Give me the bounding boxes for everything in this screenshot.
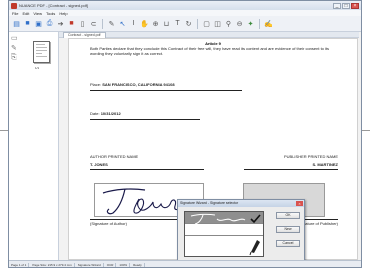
open-folder-icon[interactable]: ▤ [12, 19, 21, 28]
cancel-button[interactable]: Cancel [276, 240, 300, 247]
window-controls: _ □ × [333, 2, 359, 9]
edit-icon[interactable]: ✎ [107, 19, 116, 28]
toolbar-separator [102, 18, 103, 29]
signature-list-item[interactable] [185, 236, 263, 256]
zoom-out-icon[interactable]: ⊖ [235, 19, 244, 28]
single-page-icon[interactable]: ▢ [202, 19, 211, 28]
signature-icon[interactable]: ✍ [264, 19, 273, 28]
zoom-in-icon[interactable]: ⊕ [151, 19, 160, 28]
signature-list-item[interactable] [185, 224, 263, 236]
minimize-button[interactable]: _ [333, 2, 341, 9]
maximize-button[interactable]: □ [342, 2, 350, 9]
status-page: Page 1 of 1 [11, 263, 30, 267]
place-underline [90, 90, 242, 91]
menu-file[interactable]: File [12, 11, 18, 16]
status-ready: Ready [133, 263, 145, 267]
page-thumbnail[interactable] [33, 41, 50, 63]
background-line-left [0, 130, 8, 131]
date-underline [90, 119, 200, 120]
date-label: Date: [90, 111, 100, 116]
background-line-right [362, 130, 370, 131]
ok-button[interactable]: OK [276, 212, 300, 219]
bookmarks-panel-icon[interactable]: ✎ [11, 44, 17, 52]
dialog-close-button[interactable]: × [296, 201, 303, 206]
intro-paragraph: Both Parties declare that they conclude … [90, 46, 330, 56]
status-page-size: Page Size: 215.9 x 279.4 mm [32, 263, 75, 267]
date-value: 10/31/2012 [100, 111, 121, 116]
save-icon[interactable]: ■ [23, 19, 32, 28]
print-icon[interactable]: ⎙ [45, 19, 54, 28]
author-name-underline [90, 169, 204, 170]
title-bar: NUANCE PDF - [Contract - signed.pdf] _ □… [9, 1, 361, 10]
status-ocr: OCR [107, 263, 117, 267]
close-button[interactable]: × [351, 2, 359, 9]
pdf-convert-icon[interactable]: ■ [67, 19, 76, 28]
author-name: T. JONES [90, 162, 108, 167]
place-row: Place: SAN FRANCISCO, CALIFORNIA 94108 [90, 82, 175, 87]
status-mode: Signature Wizard [78, 263, 104, 267]
pen-icon [249, 240, 260, 256]
publisher-heading: PUBLISHER PRINTED NAME [283, 154, 338, 159]
thumbnail-label: 1/1 [35, 66, 40, 70]
signature-selector-dialog: Signature Wizard - Signature selector × … [177, 199, 305, 261]
status-bar: Page 1 of 1 Page Size: 215.9 x 279.4 mm … [9, 260, 361, 267]
application-window: NUANCE PDF - [Contract - signed.pdf] _ □… [8, 0, 362, 268]
author-signature-caption: (Signature of Author) [90, 221, 127, 226]
page-icon[interactable]: ▯ [78, 19, 87, 28]
link-icon[interactable]: ⊂ [89, 19, 98, 28]
search-icon[interactable]: ⚲ [224, 19, 233, 28]
arrow-icon[interactable]: ➔ [56, 19, 65, 28]
date-row: Date: 10/31/2012 [90, 111, 121, 116]
annotation-icon[interactable]: ✦ [246, 19, 255, 28]
publisher-name: S. MARTINEZ [312, 162, 338, 167]
signature-list [184, 211, 264, 257]
signature-list-item-selected[interactable] [185, 212, 263, 225]
place-value: SAN FRANCISCO, CALIFORNIA 94108 [102, 82, 175, 87]
attachments-panel-icon[interactable]: ⎘ [11, 54, 17, 62]
publisher-name-underline [244, 169, 338, 170]
typewriter-icon[interactable]: T [173, 19, 182, 28]
rotate-icon[interactable]: ↻ [184, 19, 193, 28]
status-zoom: 100% [119, 263, 131, 267]
menu-view[interactable]: View [33, 11, 42, 16]
toolbar-separator [197, 18, 198, 29]
toolbar: ▤ ■ ▣ ⎙ ➔ ■ ▯ ⊂ ✎ ↖ I ✋ ⊕ ⊔ T ↻ ▢ ◫ ⚲ ⊖ … [9, 16, 361, 32]
menu-help[interactable]: Help [59, 11, 67, 16]
new-signature-button[interactable]: New [276, 226, 300, 233]
dialog-title-bar: Signature Wizard - Signature selector × [178, 200, 304, 207]
hand-tool-icon[interactable]: ✋ [140, 19, 149, 28]
save-as-icon[interactable]: ▣ [34, 19, 43, 28]
toolbar-separator [259, 18, 260, 29]
place-label: Place: [90, 82, 102, 87]
pages-panel-icon[interactable]: ▭ [11, 34, 18, 42]
menu-tools[interactable]: Tools [46, 11, 55, 16]
menu-edit[interactable]: Edit [22, 11, 29, 16]
author-heading: AUTHOR PRINTED NAME [90, 154, 139, 159]
app-icon [11, 2, 17, 9]
stamp-icon[interactable]: ⊔ [162, 19, 171, 28]
text-select-icon[interactable]: I [129, 19, 138, 28]
window-title: NUANCE PDF - [Contract - signed.pdf] [19, 3, 88, 8]
thumbnail-panel: ▭ ✎ ⎘ 1/1 [9, 32, 59, 260]
two-page-icon[interactable]: ◫ [213, 19, 222, 28]
cursor-icon[interactable]: ↖ [118, 19, 127, 28]
dialog-title: Signature Wizard - Signature selector [180, 201, 239, 205]
